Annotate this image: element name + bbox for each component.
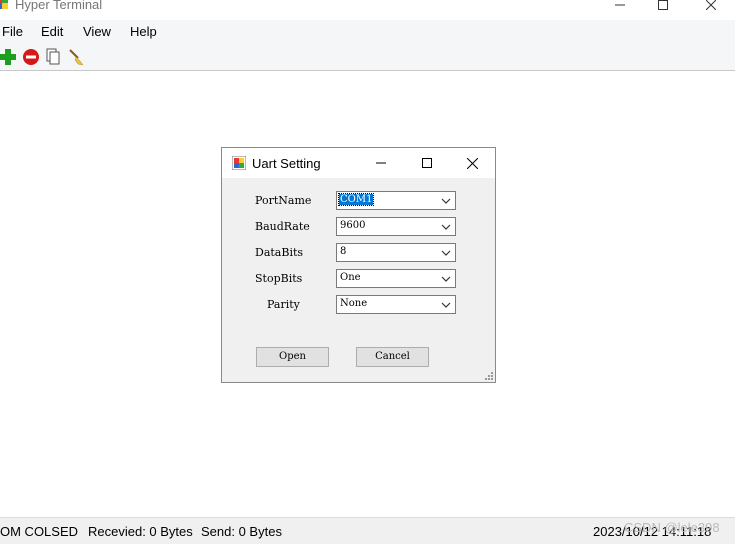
status-bar: OM COLSED Recevied: 0 Bytes Send: 0 Byte… <box>0 517 735 544</box>
copy-icon[interactable] <box>44 48 62 66</box>
parity-label: Parity <box>267 298 300 311</box>
close-button[interactable] <box>688 0 734 15</box>
watermark: CSDN @lele398 <box>624 520 720 535</box>
minimize-icon <box>615 4 625 6</box>
connection-status: OM COLSED <box>0 524 79 539</box>
dialog-titlebar: Uart Setting <box>222 148 495 178</box>
menu-bar: File Edit View Help <box>0 20 735 44</box>
toolbar <box>0 44 735 71</box>
open-button[interactable]: Open <box>256 347 329 367</box>
close-icon <box>706 0 716 10</box>
dialog-close-button[interactable] <box>460 153 484 173</box>
clear-broom-icon[interactable] <box>67 48 85 66</box>
databits-select[interactable]: 8 <box>336 243 456 262</box>
menu-help[interactable]: Help <box>130 24 157 39</box>
dialog-app-icon <box>232 156 246 170</box>
maximize-icon <box>422 158 432 168</box>
databits-value: 8 <box>340 246 347 257</box>
cancel-button[interactable]: Cancel <box>356 347 429 367</box>
send-bytes: Send: 0 Bytes <box>201 524 282 539</box>
menu-edit[interactable]: Edit <box>41 24 63 39</box>
chevron-down-icon <box>441 198 451 204</box>
chevron-down-icon <box>441 302 451 308</box>
app-icon <box>0 0 8 9</box>
chevron-down-icon <box>441 276 451 282</box>
uart-setting-dialog: Uart Setting PortName COM1 BaudRate 9600… <box>221 147 496 383</box>
parity-select[interactable]: None <box>336 295 456 314</box>
baudrate-label: BaudRate <box>255 220 310 233</box>
menu-file[interactable]: File <box>2 24 23 39</box>
stopbits-label: StopBits <box>255 272 303 285</box>
portname-select[interactable]: COM1 <box>336 191 456 210</box>
window-title: Hyper Terminal <box>15 0 103 12</box>
resize-grip-icon[interactable] <box>484 371 494 381</box>
baudrate-value: 9600 <box>340 220 366 231</box>
dialog-title: Uart Setting <box>252 156 321 171</box>
close-icon <box>466 157 478 169</box>
portname-label: PortName <box>255 194 312 207</box>
minimize-button[interactable] <box>597 0 643 15</box>
stopbits-select[interactable]: One <box>336 269 456 288</box>
add-icon[interactable] <box>0 48 17 66</box>
portname-value: COM1 <box>337 193 375 206</box>
received-bytes: Recevied: 0 Bytes <box>88 524 193 539</box>
minimize-icon <box>376 162 386 164</box>
databits-label: DataBits <box>255 246 304 259</box>
dialog-minimize-button[interactable] <box>369 153 393 173</box>
dialog-maximize-button[interactable] <box>415 153 439 173</box>
menu-view[interactable]: View <box>83 24 111 39</box>
stop-icon[interactable] <box>22 48 40 66</box>
chevron-down-icon <box>441 224 451 230</box>
maximize-button[interactable] <box>640 0 686 15</box>
stopbits-value: One <box>340 272 361 283</box>
maximize-icon <box>658 0 668 10</box>
window-titlebar: Hyper Terminal <box>0 0 735 20</box>
chevron-down-icon <box>441 250 451 256</box>
parity-value: None <box>340 298 368 309</box>
baudrate-select[interactable]: 9600 <box>336 217 456 236</box>
